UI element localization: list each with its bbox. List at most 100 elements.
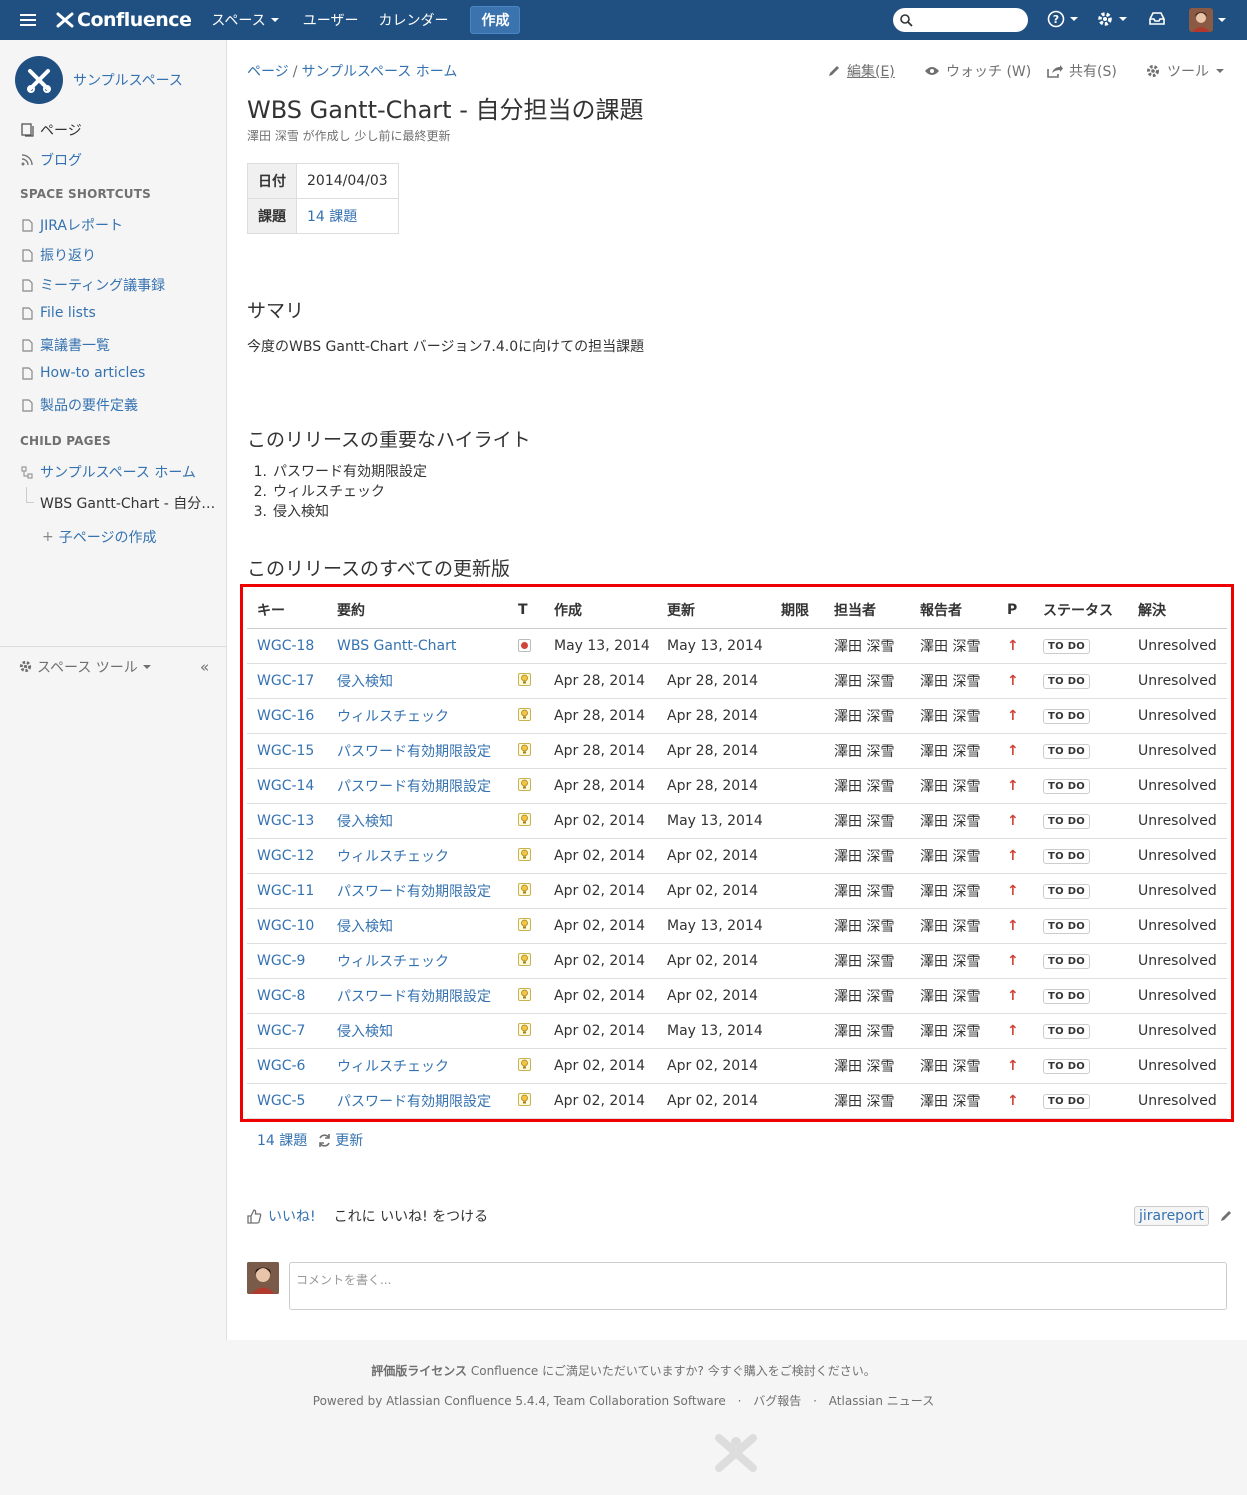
- nav-calendar[interactable]: カレンダー: [378, 10, 448, 30]
- sidebar-shortcut[interactable]: How-to articles: [20, 365, 145, 381]
- issues-count-link[interactable]: 14 課題: [307, 209, 357, 225]
- issue-priority: ↑: [997, 768, 1033, 804]
- sidebar-shortcut[interactable]: JIRAレポート: [20, 215, 123, 235]
- search-input[interactable]: [893, 8, 1028, 32]
- table-row: 日付 2014/04/03: [247, 163, 399, 199]
- powered-by-link[interactable]: Powered by Atlassian Confluence 5.4.4, T…: [313, 1394, 726, 1408]
- issue-key-link[interactable]: WGC-11: [257, 883, 314, 899]
- sidebar-shortcut[interactable]: 稟議書一覧: [20, 335, 110, 355]
- issue-key-link[interactable]: WGC-6: [257, 1058, 305, 1074]
- issues-label: 課題: [247, 198, 297, 234]
- pencil-icon[interactable]: [1219, 1209, 1233, 1223]
- nav-users[interactable]: ユーザー: [303, 10, 359, 30]
- issue-summary-link[interactable]: ウィルスチェック: [337, 954, 449, 970]
- issue-summary-link[interactable]: ウィルスチェック: [337, 709, 449, 725]
- space-logo[interactable]: [15, 56, 63, 104]
- refresh-button[interactable]: 更新: [317, 1130, 363, 1150]
- sidebar-shortcut[interactable]: ミーティング議事録: [20, 275, 165, 295]
- issue-reporter: 澤田 深雪: [910, 1048, 997, 1084]
- create-button[interactable]: 作成: [470, 6, 521, 34]
- breadcrumb-pages[interactable]: ページ: [247, 64, 289, 80]
- edit-button[interactable]: 編集(E): [827, 61, 895, 81]
- column-header[interactable]: キー: [247, 592, 327, 629]
- issue-key-link[interactable]: WGC-9: [257, 953, 305, 969]
- issue-type: [508, 943, 544, 979]
- sidebar-item-pages[interactable]: ページ: [20, 120, 82, 140]
- settings-menu[interactable]: [1096, 10, 1127, 28]
- column-header[interactable]: 作成: [544, 592, 657, 629]
- issue-key-link[interactable]: WGC-7: [257, 1023, 305, 1039]
- bug-report-link[interactable]: バグ報告: [753, 1394, 801, 1408]
- watch-label: ウォッチ (W): [946, 64, 1032, 80]
- issue-summary-link[interactable]: 侵入検知: [337, 1024, 393, 1040]
- issue-assignee: 澤田 深雪: [824, 1013, 910, 1049]
- issue-key-link[interactable]: WGC-16: [257, 708, 314, 724]
- issues-count-link[interactable]: 14 課題: [257, 1130, 307, 1150]
- nav-spaces[interactable]: スペース: [211, 10, 279, 30]
- column-header[interactable]: ステータス: [1033, 592, 1128, 629]
- issue-key-link[interactable]: WGC-5: [257, 1093, 305, 1109]
- column-header[interactable]: T: [508, 592, 544, 629]
- issue-summary-link[interactable]: 侵入検知: [337, 919, 393, 935]
- watch-button[interactable]: ウォッチ (W): [924, 61, 1031, 81]
- improvement-type-icon: [518, 707, 531, 721]
- help-menu[interactable]: ?: [1047, 10, 1078, 28]
- issue-summary-link[interactable]: ウィルスチェック: [337, 1059, 449, 1075]
- notifications-button[interactable]: [1148, 10, 1166, 26]
- child-page-home[interactable]: サンプルスペース ホーム: [20, 462, 196, 482]
- column-header[interactable]: 報告者: [910, 592, 997, 629]
- priority-arrow-icon: ↑: [1007, 987, 1019, 1004]
- table-row: WGC-15 パスワード有効期限設定 Apr 28, 2014 Apr 28, 201…: [247, 733, 1227, 769]
- issue-summary-link[interactable]: 侵入検知: [337, 674, 393, 690]
- child-page-current[interactable]: WBS Gantt-Chart - 自分…: [40, 493, 215, 513]
- issue-key-link[interactable]: WGC-14: [257, 778, 314, 794]
- comment-input[interactable]: コメントを書く...: [289, 1262, 1227, 1310]
- search-icon: [900, 13, 913, 27]
- issue-key-link[interactable]: WGC-13: [257, 813, 314, 829]
- column-header[interactable]: 要約: [327, 592, 508, 629]
- menu-icon[interactable]: [20, 14, 36, 26]
- issue-summary-link[interactable]: WBS Gantt-Chart: [337, 638, 456, 654]
- issue-summary-link[interactable]: パスワード有効期限設定: [337, 744, 491, 760]
- tools-menu[interactable]: ツール: [1145, 61, 1224, 81]
- issue-key-link[interactable]: WGC-15: [257, 743, 314, 759]
- breadcrumb-home[interactable]: サンプルスペース ホーム: [301, 64, 457, 80]
- share-button[interactable]: 共有(S): [1047, 61, 1117, 81]
- issue-summary-link[interactable]: パスワード有効期限設定: [337, 989, 491, 1005]
- sidebar-item-blog[interactable]: ブログ: [20, 150, 82, 170]
- issue-updated: Apr 28, 2014: [657, 768, 771, 804]
- column-header[interactable]: 担当者: [824, 592, 910, 629]
- issue-type: [508, 978, 544, 1014]
- label-tag[interactable]: jirareport: [1134, 1206, 1209, 1226]
- issue-summary-link[interactable]: パスワード有効期限設定: [337, 1094, 491, 1110]
- like-button[interactable]: いいね!: [268, 1206, 316, 1226]
- sidebar-shortcut[interactable]: 振り返り: [20, 245, 96, 265]
- refresh-icon: [319, 1133, 331, 1147]
- atlassian-news-link[interactable]: Atlassian ニュース: [829, 1394, 934, 1408]
- sidebar-shortcut[interactable]: 製品の要件定義: [20, 395, 138, 415]
- confluence-logo[interactable]: Confluence: [56, 9, 192, 31]
- space-name-link[interactable]: サンプルスペース: [73, 70, 183, 90]
- issue-key-link[interactable]: WGC-8: [257, 988, 305, 1004]
- space-tools-menu[interactable]: スペース ツール «: [0, 646, 227, 686]
- issue-priority: ↑: [997, 1048, 1033, 1084]
- issue-summary-link[interactable]: パスワード有効期限設定: [337, 779, 491, 795]
- user-menu[interactable]: [1189, 8, 1226, 32]
- priority-arrow-icon: ↑: [1007, 637, 1019, 654]
- column-header[interactable]: P: [997, 592, 1033, 629]
- collapse-sidebar-icon[interactable]: «: [200, 658, 209, 676]
- issue-key-link[interactable]: WGC-10: [257, 918, 314, 934]
- column-header[interactable]: 期限: [771, 592, 824, 629]
- create-child-page-link[interactable]: + 子ページの作成: [42, 527, 156, 547]
- issue-key-link[interactable]: WGC-18: [257, 638, 314, 654]
- issue-summary-link[interactable]: パスワード有効期限設定: [337, 884, 491, 900]
- issue-key-link[interactable]: WGC-17: [257, 673, 314, 689]
- issue-key-link[interactable]: WGC-12: [257, 848, 314, 864]
- column-header[interactable]: 更新: [657, 592, 771, 629]
- issue-summary-link[interactable]: 侵入検知: [337, 814, 393, 830]
- nav-calendar-label: カレンダー: [378, 13, 449, 29]
- issue-assignee: 澤田 深雪: [824, 733, 910, 769]
- issue-summary-link[interactable]: ウィルスチェック: [337, 849, 449, 865]
- column-header[interactable]: 解決: [1128, 592, 1227, 629]
- sidebar-shortcut[interactable]: File lists: [20, 305, 96, 321]
